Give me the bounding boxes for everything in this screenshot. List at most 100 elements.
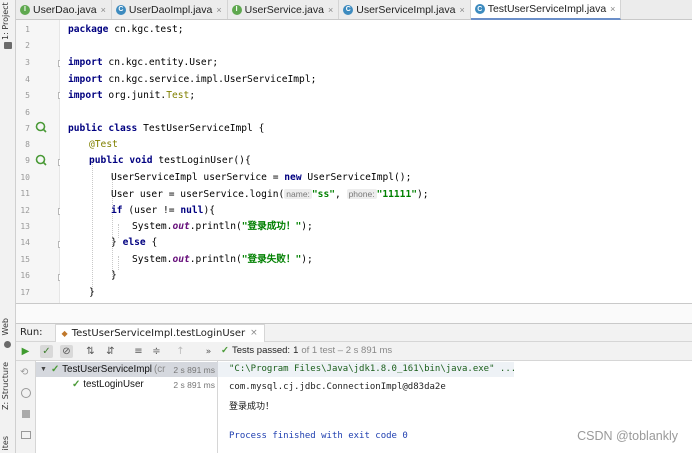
line-number: 1 [25,25,30,34]
code-line-5: import org.junit.Test; [68,90,196,101]
project-icon[interactable] [4,42,12,49]
expand-all-icon[interactable]: ≡ [132,345,145,358]
line-number: 10 [20,173,30,182]
sort-duration-icon[interactable]: ⇵ [104,345,117,358]
code-line-12: if (user != null){ [111,205,215,216]
test-config-icon: ◆ [61,328,68,338]
close-icon[interactable]: × [250,328,258,338]
panel-splitter[interactable] [16,303,692,323]
code-line-13: System.out.println("登录成功！"); [132,221,313,232]
tab-testuserserviceimpl[interactable]: C TestUserServiceImpl.java × [470,0,622,20]
line-number: 2 [25,41,30,50]
code-line-4: import cn.kgc.service.impl.UserServiceIm… [68,74,317,85]
line-number: 5 [25,91,30,100]
interface-file-icon: I [20,4,30,15]
left-tool-strip: 1: Project Web Z: Structure ites [0,0,16,453]
test-class-label: TestUserServiceImpl [62,364,152,375]
tab-userdao[interactable]: I UserDao.java × [16,0,112,19]
console-line-command: "C:\Program Files\Java\jdk1.8.0_161\bin\… [229,364,517,374]
rerun-failed-icon[interactable]: ⟲ [20,367,32,378]
indent-guide [92,160,93,295]
project-tool-tab[interactable]: 1: Project [1,2,10,40]
line-number: 16 [20,271,30,280]
line-number: 8 [25,140,30,149]
test-tree-row-class[interactable]: ▼ ✓ TestUserServiceImpl (cr 2 s 891 ms [36,362,218,377]
line-number: 6 [25,108,30,117]
console-line-exit: Process finished with exit code 0 [229,431,408,441]
class-file-icon: C [474,4,485,14]
run-toolbar: ▶ ✓ ⊘ ⇅ ⇵ ≡ ≑ ↑ » ✓ Tests passed: 1 of 1… [16,342,692,361]
test-method-time: 2 s 891 ms [173,379,215,390]
test-method-label: testLoginUser [83,379,144,390]
param-hint-phone: phone: [346,189,377,199]
line-number: 3 [25,58,30,67]
tests-passed-label: Tests passed: [231,345,291,356]
editor-tab-bar: I UserDao.java × C UserDaoImpl.java × I … [16,0,692,20]
line-number: 11 [20,189,30,198]
close-icon[interactable]: × [459,5,464,15]
class-file-icon: C [115,4,126,15]
tests-passed-count: 1 [293,345,299,356]
test-class-suffix: (cr [153,364,166,375]
web-icon[interactable] [4,341,11,348]
close-icon[interactable]: × [101,5,106,15]
show-passed-icon[interactable]: ✓ [40,345,53,358]
code-line-3: import cn.kgc.entity.User; [68,57,219,68]
class-file-icon: C [343,4,354,15]
code-line-10: UserServiceImpl userService = new UserSe… [111,172,412,183]
run-panel-header: Run: ◆ TestUserServiceImpl.testLoginUser… [16,323,692,342]
close-icon[interactable]: × [216,5,221,15]
run-side-toolbar: ⟲ [16,361,36,453]
structure-tool-tab[interactable]: Z: Structure [1,362,10,410]
console-line-connection: com.mysql.cj.jdbc.ConnectionImpl@d83da2e [229,382,446,392]
interface-file-icon: I [231,4,242,15]
code-line-9: public void testLoginUser(){ [89,155,251,166]
tab-userdaoimpl[interactable]: C UserDaoImpl.java × [112,0,228,19]
ide-window: 1: Project Web Z: Structure ites I UserD… [0,0,692,453]
run-test-class-icon[interactable] [35,121,47,133]
line-number: 13 [20,222,30,231]
web-tool-tab[interactable]: Web [1,318,10,335]
line-number: 12 [20,206,30,215]
line-number: 17 [20,288,30,297]
collapse-all-icon[interactable]: ≑ [150,345,163,358]
code-line-14: } else { [111,237,158,248]
expand-arrow-icon[interactable]: ▼ [40,366,47,373]
pass-check-icon: ✓ [50,364,60,375]
tab-label: UserService.java [244,3,324,16]
code-line-1: package cn.kgc.test; [68,24,184,35]
sort-alpha-icon[interactable]: ⇅ [84,345,97,358]
prev-failed-icon[interactable]: ↑ [174,345,187,358]
run-test-method-icon[interactable] [35,154,47,166]
code-line-11: User user = userService.login(name: "ss",… [111,189,429,200]
show-ignored-icon[interactable]: ⊘ [60,345,73,358]
close-icon[interactable]: × [328,5,333,15]
tab-label: UserDaoImpl.java [128,3,213,16]
console-line-result: 登录成功！ [229,402,275,412]
pass-check-icon: ✓ [221,345,229,356]
indent-guide [118,256,119,270]
watermark: CSDN @toblankly [577,429,678,443]
favorites-tool-tab[interactable]: ites [1,436,10,450]
code-line-16: } [111,270,117,281]
tests-passed-detail: of 1 test – 2 s 891 ms [301,345,393,356]
run-config-label: TestUserServiceImpl.testLoginUser [71,327,246,339]
line-number: 15 [20,255,30,264]
tab-userservice[interactable]: I UserService.java × [228,0,340,19]
toggle-auto-test-icon[interactable] [21,388,31,398]
rerun-icon[interactable]: ▶ [19,345,32,358]
more-actions-icon[interactable]: » [202,345,215,358]
run-label: Run: [20,327,43,338]
close-icon[interactable]: × [610,4,615,14]
tab-label: TestUserServiceImpl.java [487,3,607,15]
code-line-8: @Test [89,139,118,150]
tab-userserviceimpl[interactable]: C UserServiceImpl.java × [339,0,471,19]
line-number: 4 [25,75,30,84]
test-tree: ▼ ✓ TestUserServiceImpl (cr 2 s 891 ms ✓… [36,361,218,453]
test-tree-row-method[interactable]: ✓ testLoginUser 2 s 891 ms [36,377,218,392]
run-config-tab[interactable]: ◆ TestUserServiceImpl.testLoginUser × [54,323,265,342]
screenshot-icon[interactable] [21,431,31,439]
pass-check-icon: ✓ [72,379,81,390]
stop-icon[interactable] [22,410,30,418]
line-number: 7 [25,124,30,133]
